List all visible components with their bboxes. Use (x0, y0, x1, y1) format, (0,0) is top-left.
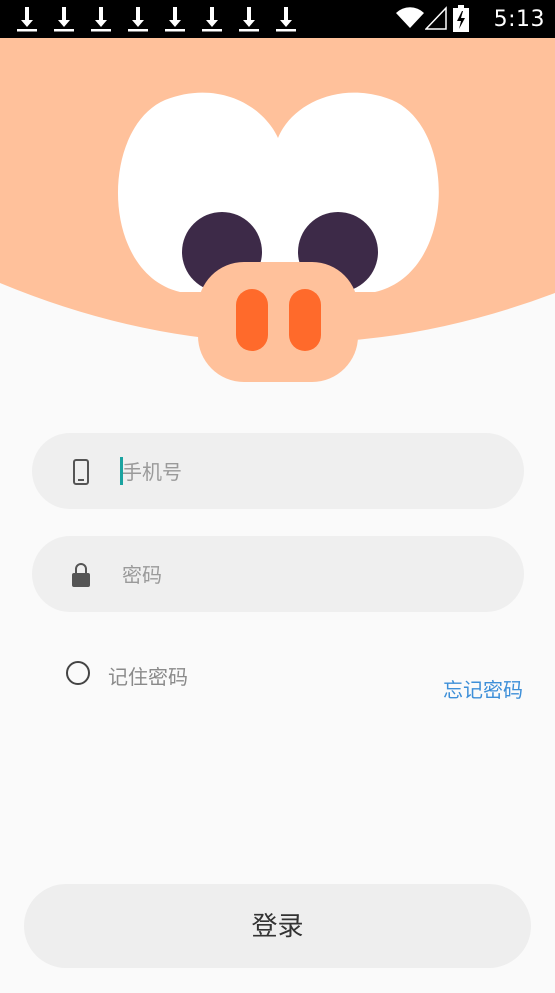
lock-icon (72, 563, 90, 587)
clock-time: 5:13 (493, 7, 545, 32)
phone-icon (73, 459, 89, 485)
pig-face-illustration (0, 38, 555, 382)
download-icon (239, 7, 259, 32)
signal-icon (425, 6, 447, 30)
download-icon (128, 7, 148, 32)
remember-radio[interactable] (66, 661, 90, 685)
status-bar: 5:13 (0, 0, 555, 38)
phone-input[interactable] (120, 433, 484, 511)
download-icon (276, 7, 296, 32)
password-input[interactable] (120, 536, 484, 614)
download-icon (17, 7, 37, 32)
login-button[interactable]: 登录 (24, 884, 531, 968)
system-status: 5:13 (395, 0, 545, 38)
download-icon (165, 7, 185, 32)
forgot-password-link[interactable]: 忘记密码 (443, 674, 523, 703)
battery-icon (453, 5, 469, 32)
wifi-icon (396, 7, 424, 29)
download-icon (202, 7, 222, 32)
remember-password-label: 记住密码 (108, 665, 188, 689)
download-icon (54, 7, 74, 32)
password-field[interactable] (32, 536, 524, 614)
download-icon (91, 7, 111, 32)
phone-field[interactable] (32, 433, 524, 511)
